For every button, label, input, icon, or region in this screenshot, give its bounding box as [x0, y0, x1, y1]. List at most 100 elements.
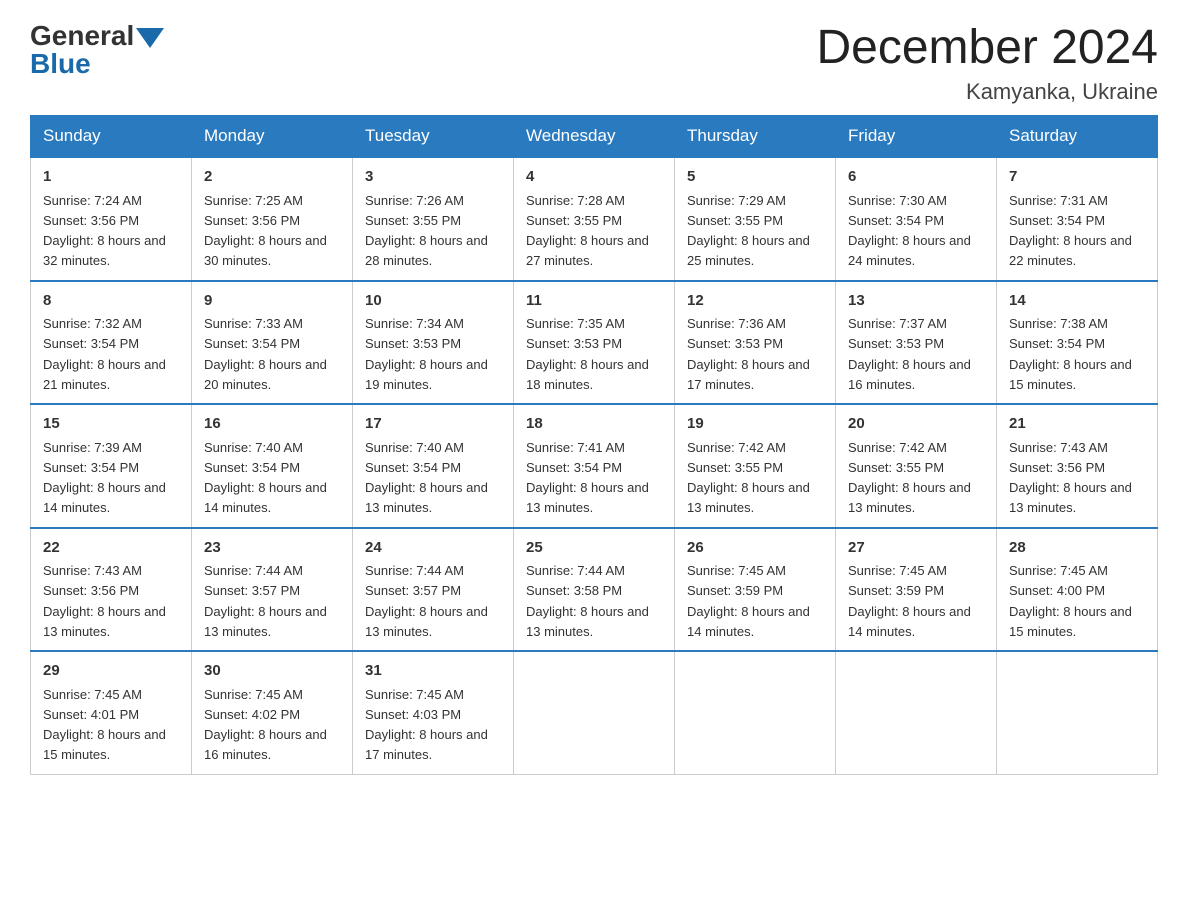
day-info: Sunrise: 7:31 AMSunset: 3:54 PMDaylight:… [1009, 193, 1132, 269]
day-number: 12 [687, 290, 823, 313]
day-info: Sunrise: 7:33 AMSunset: 3:54 PMDaylight:… [204, 316, 327, 392]
calendar-header-row: SundayMondayTuesdayWednesdayThursdayFrid… [31, 116, 1158, 158]
day-info: Sunrise: 7:43 AMSunset: 3:56 PMDaylight:… [1009, 440, 1132, 516]
calendar-cell: 16 Sunrise: 7:40 AMSunset: 3:54 PMDaylig… [192, 404, 353, 528]
day-number: 28 [1009, 537, 1145, 560]
day-info: Sunrise: 7:45 AMSunset: 4:01 PMDaylight:… [43, 687, 166, 763]
calendar-cell: 27 Sunrise: 7:45 AMSunset: 3:59 PMDaylig… [836, 528, 997, 652]
day-number: 8 [43, 290, 179, 313]
logo: General Blue [30, 20, 164, 80]
calendar-cell: 18 Sunrise: 7:41 AMSunset: 3:54 PMDaylig… [514, 404, 675, 528]
day-info: Sunrise: 7:34 AMSunset: 3:53 PMDaylight:… [365, 316, 488, 392]
day-info: Sunrise: 7:44 AMSunset: 3:57 PMDaylight:… [365, 563, 488, 639]
day-info: Sunrise: 7:30 AMSunset: 3:54 PMDaylight:… [848, 193, 971, 269]
weekday-header-sunday: Sunday [31, 116, 192, 158]
day-number: 20 [848, 413, 984, 436]
day-info: Sunrise: 7:40 AMSunset: 3:54 PMDaylight:… [204, 440, 327, 516]
calendar-cell: 1 Sunrise: 7:24 AMSunset: 3:56 PMDayligh… [31, 157, 192, 281]
calendar-cell: 24 Sunrise: 7:44 AMSunset: 3:57 PMDaylig… [353, 528, 514, 652]
day-number: 18 [526, 413, 662, 436]
calendar-cell [675, 651, 836, 774]
calendar-week-row: 29 Sunrise: 7:45 AMSunset: 4:01 PMDaylig… [31, 651, 1158, 774]
weekday-header-wednesday: Wednesday [514, 116, 675, 158]
calendar-table: SundayMondayTuesdayWednesdayThursdayFrid… [30, 115, 1158, 775]
day-number: 1 [43, 166, 179, 189]
weekday-header-thursday: Thursday [675, 116, 836, 158]
page-header: General Blue December 2024 Kamyanka, Ukr… [30, 20, 1158, 105]
day-info: Sunrise: 7:45 AMSunset: 4:02 PMDaylight:… [204, 687, 327, 763]
day-info: Sunrise: 7:24 AMSunset: 3:56 PMDaylight:… [43, 193, 166, 269]
calendar-cell: 7 Sunrise: 7:31 AMSunset: 3:54 PMDayligh… [997, 157, 1158, 281]
location-title: Kamyanka, Ukraine [816, 79, 1158, 105]
day-number: 31 [365, 660, 501, 683]
calendar-cell: 13 Sunrise: 7:37 AMSunset: 3:53 PMDaylig… [836, 281, 997, 405]
day-info: Sunrise: 7:25 AMSunset: 3:56 PMDaylight:… [204, 193, 327, 269]
day-info: Sunrise: 7:39 AMSunset: 3:54 PMDaylight:… [43, 440, 166, 516]
calendar-cell: 2 Sunrise: 7:25 AMSunset: 3:56 PMDayligh… [192, 157, 353, 281]
day-number: 14 [1009, 290, 1145, 313]
logo-blue-text: Blue [30, 48, 91, 80]
calendar-cell: 3 Sunrise: 7:26 AMSunset: 3:55 PMDayligh… [353, 157, 514, 281]
day-info: Sunrise: 7:35 AMSunset: 3:53 PMDaylight:… [526, 316, 649, 392]
calendar-week-row: 22 Sunrise: 7:43 AMSunset: 3:56 PMDaylig… [31, 528, 1158, 652]
day-number: 27 [848, 537, 984, 560]
day-number: 21 [1009, 413, 1145, 436]
calendar-cell: 19 Sunrise: 7:42 AMSunset: 3:55 PMDaylig… [675, 404, 836, 528]
day-info: Sunrise: 7:36 AMSunset: 3:53 PMDaylight:… [687, 316, 810, 392]
day-info: Sunrise: 7:45 AMSunset: 3:59 PMDaylight:… [848, 563, 971, 639]
calendar-cell: 8 Sunrise: 7:32 AMSunset: 3:54 PMDayligh… [31, 281, 192, 405]
calendar-week-row: 8 Sunrise: 7:32 AMSunset: 3:54 PMDayligh… [31, 281, 1158, 405]
day-info: Sunrise: 7:32 AMSunset: 3:54 PMDaylight:… [43, 316, 166, 392]
day-number: 7 [1009, 166, 1145, 189]
day-number: 15 [43, 413, 179, 436]
day-info: Sunrise: 7:44 AMSunset: 3:57 PMDaylight:… [204, 563, 327, 639]
day-number: 30 [204, 660, 340, 683]
day-info: Sunrise: 7:41 AMSunset: 3:54 PMDaylight:… [526, 440, 649, 516]
calendar-cell: 14 Sunrise: 7:38 AMSunset: 3:54 PMDaylig… [997, 281, 1158, 405]
calendar-cell: 20 Sunrise: 7:42 AMSunset: 3:55 PMDaylig… [836, 404, 997, 528]
day-info: Sunrise: 7:38 AMSunset: 3:54 PMDaylight:… [1009, 316, 1132, 392]
day-number: 22 [43, 537, 179, 560]
calendar-cell: 4 Sunrise: 7:28 AMSunset: 3:55 PMDayligh… [514, 157, 675, 281]
calendar-cell [836, 651, 997, 774]
day-number: 16 [204, 413, 340, 436]
weekday-header-tuesday: Tuesday [353, 116, 514, 158]
day-number: 11 [526, 290, 662, 313]
day-number: 2 [204, 166, 340, 189]
day-number: 4 [526, 166, 662, 189]
day-info: Sunrise: 7:26 AMSunset: 3:55 PMDaylight:… [365, 193, 488, 269]
calendar-cell: 10 Sunrise: 7:34 AMSunset: 3:53 PMDaylig… [353, 281, 514, 405]
calendar-cell: 15 Sunrise: 7:39 AMSunset: 3:54 PMDaylig… [31, 404, 192, 528]
calendar-week-row: 15 Sunrise: 7:39 AMSunset: 3:54 PMDaylig… [31, 404, 1158, 528]
calendar-cell [514, 651, 675, 774]
day-info: Sunrise: 7:29 AMSunset: 3:55 PMDaylight:… [687, 193, 810, 269]
calendar-cell: 22 Sunrise: 7:43 AMSunset: 3:56 PMDaylig… [31, 528, 192, 652]
day-number: 25 [526, 537, 662, 560]
calendar-cell: 28 Sunrise: 7:45 AMSunset: 4:00 PMDaylig… [997, 528, 1158, 652]
day-info: Sunrise: 7:42 AMSunset: 3:55 PMDaylight:… [848, 440, 971, 516]
day-info: Sunrise: 7:45 AMSunset: 4:03 PMDaylight:… [365, 687, 488, 763]
day-info: Sunrise: 7:43 AMSunset: 3:56 PMDaylight:… [43, 563, 166, 639]
calendar-cell: 29 Sunrise: 7:45 AMSunset: 4:01 PMDaylig… [31, 651, 192, 774]
day-number: 6 [848, 166, 984, 189]
day-info: Sunrise: 7:45 AMSunset: 3:59 PMDaylight:… [687, 563, 810, 639]
logo-triangle-icon [136, 28, 164, 48]
day-number: 17 [365, 413, 501, 436]
day-number: 5 [687, 166, 823, 189]
day-info: Sunrise: 7:37 AMSunset: 3:53 PMDaylight:… [848, 316, 971, 392]
calendar-cell: 23 Sunrise: 7:44 AMSunset: 3:57 PMDaylig… [192, 528, 353, 652]
day-number: 26 [687, 537, 823, 560]
calendar-cell: 25 Sunrise: 7:44 AMSunset: 3:58 PMDaylig… [514, 528, 675, 652]
weekday-header-saturday: Saturday [997, 116, 1158, 158]
day-info: Sunrise: 7:42 AMSunset: 3:55 PMDaylight:… [687, 440, 810, 516]
day-number: 9 [204, 290, 340, 313]
day-number: 29 [43, 660, 179, 683]
day-info: Sunrise: 7:44 AMSunset: 3:58 PMDaylight:… [526, 563, 649, 639]
day-info: Sunrise: 7:40 AMSunset: 3:54 PMDaylight:… [365, 440, 488, 516]
calendar-cell: 31 Sunrise: 7:45 AMSunset: 4:03 PMDaylig… [353, 651, 514, 774]
weekday-header-monday: Monday [192, 116, 353, 158]
calendar-cell: 17 Sunrise: 7:40 AMSunset: 3:54 PMDaylig… [353, 404, 514, 528]
day-info: Sunrise: 7:28 AMSunset: 3:55 PMDaylight:… [526, 193, 649, 269]
weekday-header-friday: Friday [836, 116, 997, 158]
calendar-cell: 9 Sunrise: 7:33 AMSunset: 3:54 PMDayligh… [192, 281, 353, 405]
